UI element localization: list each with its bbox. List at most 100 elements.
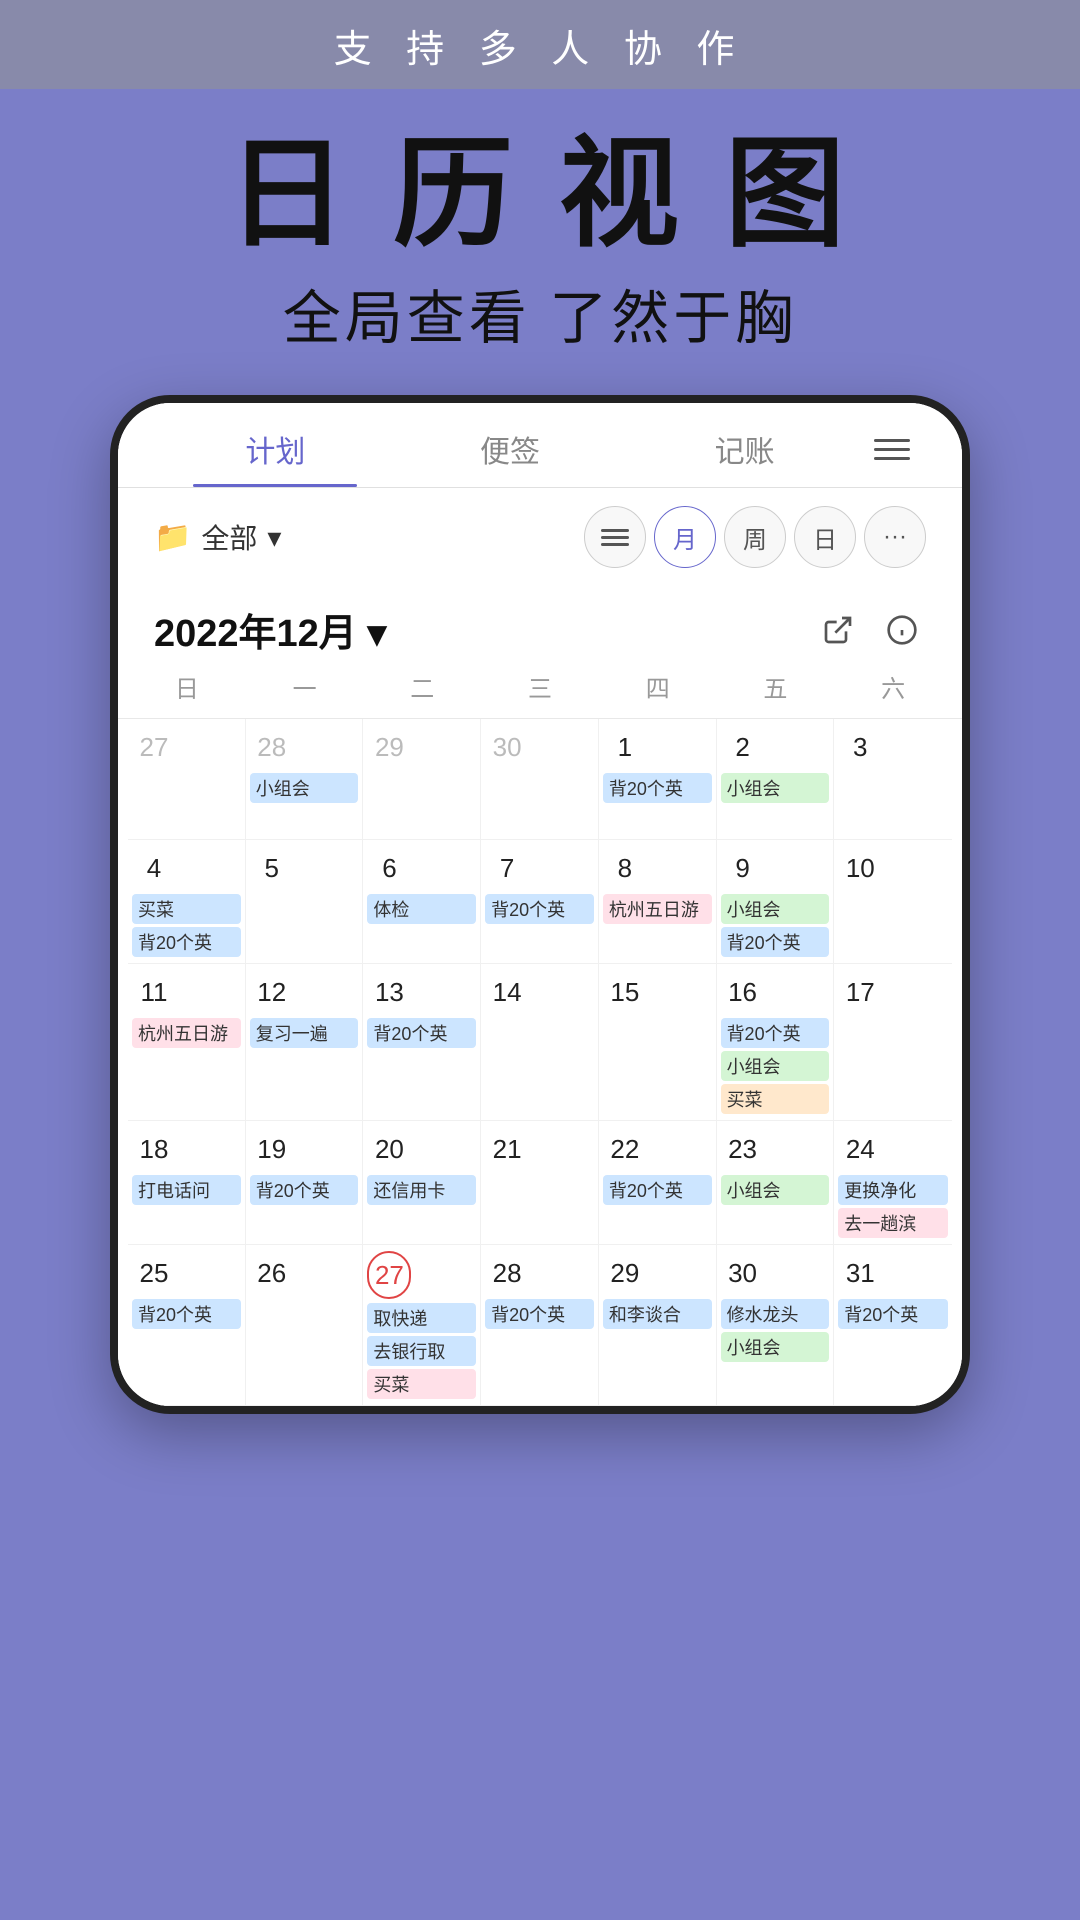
list-item: 打电话问 bbox=[132, 1175, 241, 1205]
list-item: 背20个英 bbox=[485, 1299, 594, 1329]
list-item: 去一趟滨 bbox=[838, 1208, 948, 1238]
table-row[interactable]: 4 买菜 背20个英 bbox=[128, 840, 246, 963]
day-events: 背20个英 bbox=[485, 894, 594, 924]
day-number: 7 bbox=[485, 846, 529, 890]
day-events: 背20个英 小组会 买菜 bbox=[721, 1018, 830, 1114]
table-row[interactable]: 1 背20个英 bbox=[599, 719, 717, 839]
menu-line-2 bbox=[874, 448, 910, 451]
table-row[interactable]: 24 更换净化 去一趟滨 bbox=[834, 1121, 952, 1244]
table-row[interactable]: 8 杭州五日游 bbox=[599, 840, 717, 963]
dropdown-arrow: ▾ bbox=[267, 521, 281, 554]
list-item: 买菜 bbox=[721, 1084, 830, 1114]
view-more-btn[interactable]: ··· bbox=[864, 506, 926, 568]
hero-subtitle: 全局查看 了然于胸 bbox=[0, 271, 1080, 355]
day-number: 29 bbox=[367, 725, 411, 769]
day-events: 背20个英 bbox=[603, 773, 712, 803]
view-day-btn[interactable]: 日 bbox=[794, 506, 856, 568]
table-row[interactable]: 11 杭州五日游 bbox=[128, 964, 246, 1120]
day-number: 30 bbox=[721, 1251, 765, 1295]
table-row[interactable]: 27 取快递 去银行取 买菜 bbox=[363, 1245, 481, 1405]
table-row[interactable]: 3 bbox=[834, 719, 952, 839]
table-row[interactable]: 22 背20个英 bbox=[599, 1121, 717, 1244]
table-row[interactable]: 29 bbox=[363, 719, 481, 839]
table-row[interactable]: 20 还信用卡 bbox=[363, 1121, 481, 1244]
table-row[interactable]: 16 背20个英 小组会 买菜 bbox=[717, 964, 835, 1120]
table-row[interactable]: 2 小组会 bbox=[717, 719, 835, 839]
day-events: 更换净化 去一趟滨 bbox=[838, 1175, 948, 1238]
day-events: 还信用卡 bbox=[367, 1175, 476, 1205]
day-number: 24 bbox=[838, 1127, 882, 1171]
day-number: 12 bbox=[250, 970, 294, 1014]
table-row[interactable]: 25 背20个英 bbox=[128, 1245, 246, 1405]
list-item: 小组会 bbox=[721, 1332, 830, 1362]
table-row[interactable]: 15 bbox=[599, 964, 717, 1120]
day-number: 18 bbox=[132, 1127, 176, 1171]
external-link-button[interactable] bbox=[814, 606, 862, 654]
table-row[interactable]: 31 背20个英 bbox=[834, 1245, 952, 1405]
list-item: 杭州五日游 bbox=[132, 1018, 241, 1048]
day-events: 背20个英 bbox=[838, 1299, 948, 1329]
list-item: 买菜 bbox=[132, 894, 241, 924]
calendar-week-4: 18 打电话问 19 背20个英 20 还信用卡 bbox=[128, 1121, 952, 1245]
table-row[interactable]: 27 bbox=[128, 719, 246, 839]
day-number: 28 bbox=[250, 725, 294, 769]
day-number: 29 bbox=[603, 1251, 647, 1295]
table-row[interactable]: 26 bbox=[246, 1245, 364, 1405]
week-label: 周 bbox=[743, 520, 767, 555]
folder-button[interactable]: 📁 全部 ▾ bbox=[154, 517, 281, 557]
list-item: 去银行取 bbox=[367, 1336, 476, 1366]
table-row[interactable]: 18 打电话问 bbox=[128, 1121, 246, 1244]
table-row[interactable]: 19 背20个英 bbox=[246, 1121, 364, 1244]
calendar-actions bbox=[814, 606, 926, 654]
view-list-btn[interactable] bbox=[584, 506, 646, 568]
table-row[interactable]: 5 bbox=[246, 840, 364, 963]
info-button[interactable] bbox=[878, 606, 926, 654]
day-events: 体检 bbox=[367, 894, 476, 924]
calendar-month-label[interactable]: 2022年12月 ▾ bbox=[154, 602, 386, 657]
day-header-thu: 四 bbox=[599, 665, 717, 708]
day-events: 小组会 bbox=[721, 1175, 830, 1205]
phone-mockup: 计划 便签 记账 📁 全部 ▾ bbox=[110, 395, 970, 1414]
tab-account[interactable]: 记账 bbox=[627, 427, 862, 487]
table-row[interactable]: 7 背20个英 bbox=[481, 840, 599, 963]
list-item: 体检 bbox=[367, 894, 476, 924]
view-month-btn[interactable]: 月 bbox=[654, 506, 716, 568]
day-events: 小组会 bbox=[721, 773, 830, 803]
calendar-grid: 27 28 小组会 29 30 1 背20个英 2 bbox=[118, 719, 962, 1406]
table-row[interactable]: 10 bbox=[834, 840, 952, 963]
table-row[interactable]: 29 和李谈合 bbox=[599, 1245, 717, 1405]
day-number: 4 bbox=[132, 846, 176, 890]
table-row[interactable]: 13 背20个英 bbox=[363, 964, 481, 1120]
day-number: 16 bbox=[721, 970, 765, 1014]
tab-bar: 计划 便签 记账 bbox=[118, 403, 962, 488]
calendar-week-5: 25 背20个英 26 27 取快递 去银行取 买菜 28 bbox=[128, 1245, 952, 1406]
table-row[interactable]: 28 小组会 bbox=[246, 719, 364, 839]
day-number: 5 bbox=[250, 846, 294, 890]
more-label: ··· bbox=[883, 523, 907, 551]
menu-icon[interactable] bbox=[862, 439, 922, 476]
table-row[interactable]: 21 bbox=[481, 1121, 599, 1244]
table-row[interactable]: 30 bbox=[481, 719, 599, 839]
table-row[interactable]: 17 bbox=[834, 964, 952, 1120]
folder-icon: 📁 bbox=[154, 520, 191, 555]
view-week-btn[interactable]: 周 bbox=[724, 506, 786, 568]
tab-note[interactable]: 便签 bbox=[393, 427, 628, 487]
day-events: 杭州五日游 bbox=[132, 1018, 241, 1048]
hero-title: 日 历 视 图 bbox=[0, 129, 1080, 261]
list-item: 背20个英 bbox=[721, 1018, 830, 1048]
table-row[interactable]: 12 复习一遍 bbox=[246, 964, 364, 1120]
menu-line-3 bbox=[874, 457, 910, 460]
table-row[interactable]: 9 小组会 背20个英 bbox=[717, 840, 835, 963]
calendar-week-3: 11 杭州五日游 12 复习一遍 13 背20个英 bbox=[128, 964, 952, 1121]
table-row[interactable]: 6 体检 bbox=[363, 840, 481, 963]
calendar-week-1: 27 28 小组会 29 30 1 背20个英 2 bbox=[128, 719, 952, 840]
view-buttons: 月 周 日 ··· bbox=[584, 506, 926, 568]
table-row[interactable]: 30 修水龙头 小组会 bbox=[717, 1245, 835, 1405]
table-row[interactable]: 23 小组会 bbox=[717, 1121, 835, 1244]
day-number: 3 bbox=[838, 725, 882, 769]
menu-line-1 bbox=[874, 439, 910, 442]
table-row[interactable]: 28 背20个英 bbox=[481, 1245, 599, 1405]
tab-plan[interactable]: 计划 bbox=[158, 427, 393, 487]
list-item: 背20个英 bbox=[603, 773, 712, 803]
table-row[interactable]: 14 bbox=[481, 964, 599, 1120]
